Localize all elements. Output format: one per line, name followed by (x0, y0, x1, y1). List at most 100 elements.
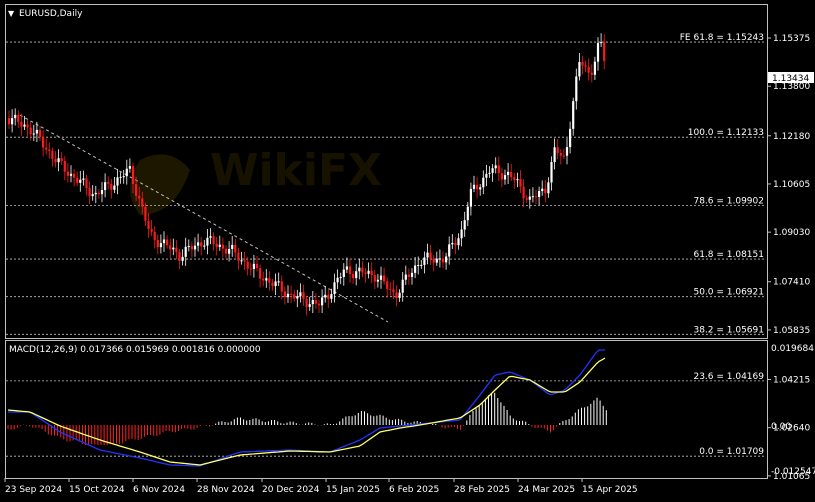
candle-body (581, 61, 584, 66)
candle-body (600, 42, 603, 44)
time-axis: 23 Sep 2024 15 Oct 2024 6 Nov 2024 28 Nov 2… (4, 478, 638, 495)
candle-body (401, 279, 404, 293)
fib-level-label: 100.0 = 1.12133 (688, 128, 764, 138)
candle-body (296, 296, 299, 299)
candle-body (175, 247, 178, 253)
candle-body (104, 182, 107, 191)
candle-body (398, 292, 401, 298)
candle-body (153, 231, 156, 240)
candle-body (125, 168, 128, 177)
candle-body (131, 166, 135, 185)
candle-body (572, 101, 575, 129)
fib-level-label: 61.8 = 1.08151 (693, 250, 764, 260)
candle-body (159, 243, 162, 248)
candle-body (35, 129, 38, 134)
candle-body (414, 265, 417, 273)
candle-body (128, 166, 131, 169)
watermark-logo: WikiFX (130, 145, 382, 215)
candle-body (463, 220, 466, 230)
candle-body (590, 72, 593, 75)
candle-body (389, 288, 392, 290)
candle-body (246, 261, 249, 269)
time-tick-label: 20 Dec 2024 (262, 485, 320, 495)
candle-body (317, 303, 321, 306)
candle-body (330, 294, 333, 299)
candle-body (212, 236, 215, 244)
fib-level-label: 38.2 = 1.05691 (693, 325, 764, 335)
candle-body (345, 266, 348, 270)
candle-body (358, 267, 361, 272)
candle-body (91, 194, 94, 197)
candle-body (479, 187, 482, 190)
candle-body (497, 165, 500, 174)
candle-body (66, 171, 69, 176)
candle-body (432, 258, 435, 263)
current-price-label: 1.13434 (772, 74, 809, 84)
chart-canvas[interactable]: WikiFX FE 61.8 = 1.15243 100.0 = 1.12133 7… (0, 0, 815, 498)
candle-body (221, 244, 224, 249)
candle-body (348, 266, 352, 275)
candle-body (565, 147, 569, 156)
candle-body (42, 137, 45, 148)
price-axis: 1.153751.138001.121801.106051.090301.074… (767, 34, 810, 482)
candle-body (54, 158, 57, 163)
candle-body (138, 195, 141, 199)
candle-body (531, 196, 534, 198)
candle-body (274, 281, 277, 287)
candle-body (500, 173, 503, 180)
candle-body (240, 260, 243, 262)
candle-body (587, 66, 590, 73)
chart-window[interactable]: WikiFX FE 61.8 = 1.15243 100.0 = 1.12133 7… (0, 0, 815, 498)
candle-body (445, 256, 448, 263)
candle-body (48, 149, 51, 151)
candle-body (178, 252, 181, 261)
candle-body (544, 188, 547, 194)
candle-body (603, 42, 606, 61)
candle-body (172, 247, 175, 250)
candle-body (407, 274, 410, 277)
candle-body (339, 277, 342, 279)
candle-body (386, 281, 389, 289)
candle-body (367, 270, 370, 274)
candle-body (265, 278, 268, 281)
chart-dropdown-icon[interactable]: ▼ (8, 9, 15, 18)
candle-body (410, 272, 414, 277)
candle-body (181, 256, 184, 261)
candle-body (457, 238, 460, 246)
candle-body (228, 248, 231, 254)
price-tick-label: 1.09030 (773, 228, 810, 238)
candle-body (404, 274, 407, 280)
candle-body (441, 258, 445, 263)
candle-body (73, 173, 76, 178)
candle-body (122, 176, 125, 178)
time-tick-label: 28 Feb 2025 (454, 485, 510, 495)
candle-body (420, 264, 423, 266)
candle-body (370, 270, 373, 276)
candle-body (162, 239, 166, 244)
candle-body (383, 275, 386, 282)
candle-body (305, 298, 308, 307)
candle-body (562, 155, 565, 157)
candle-body (293, 294, 296, 299)
price-tick-label: 1.15375 (773, 34, 810, 44)
candle-body (63, 160, 66, 172)
candle-body (507, 171, 510, 176)
candle-body (113, 185, 116, 190)
candle-body (184, 246, 187, 257)
candle-body (26, 124, 29, 128)
candle-body (231, 244, 234, 249)
candle-body (553, 147, 556, 163)
candle-body (569, 128, 572, 148)
candle-body (57, 158, 60, 163)
candle-body (299, 292, 302, 297)
candle-body (69, 173, 73, 176)
candle-body (29, 127, 32, 135)
candle-body (76, 177, 79, 183)
fib-level-label: 0.0 = 1.01709 (699, 447, 764, 457)
candle-body (593, 61, 596, 75)
candle-body (308, 304, 311, 307)
candle-body (7, 118, 11, 125)
candle-body (271, 282, 274, 287)
macd-line (8, 349, 605, 467)
candle-body (559, 153, 562, 156)
